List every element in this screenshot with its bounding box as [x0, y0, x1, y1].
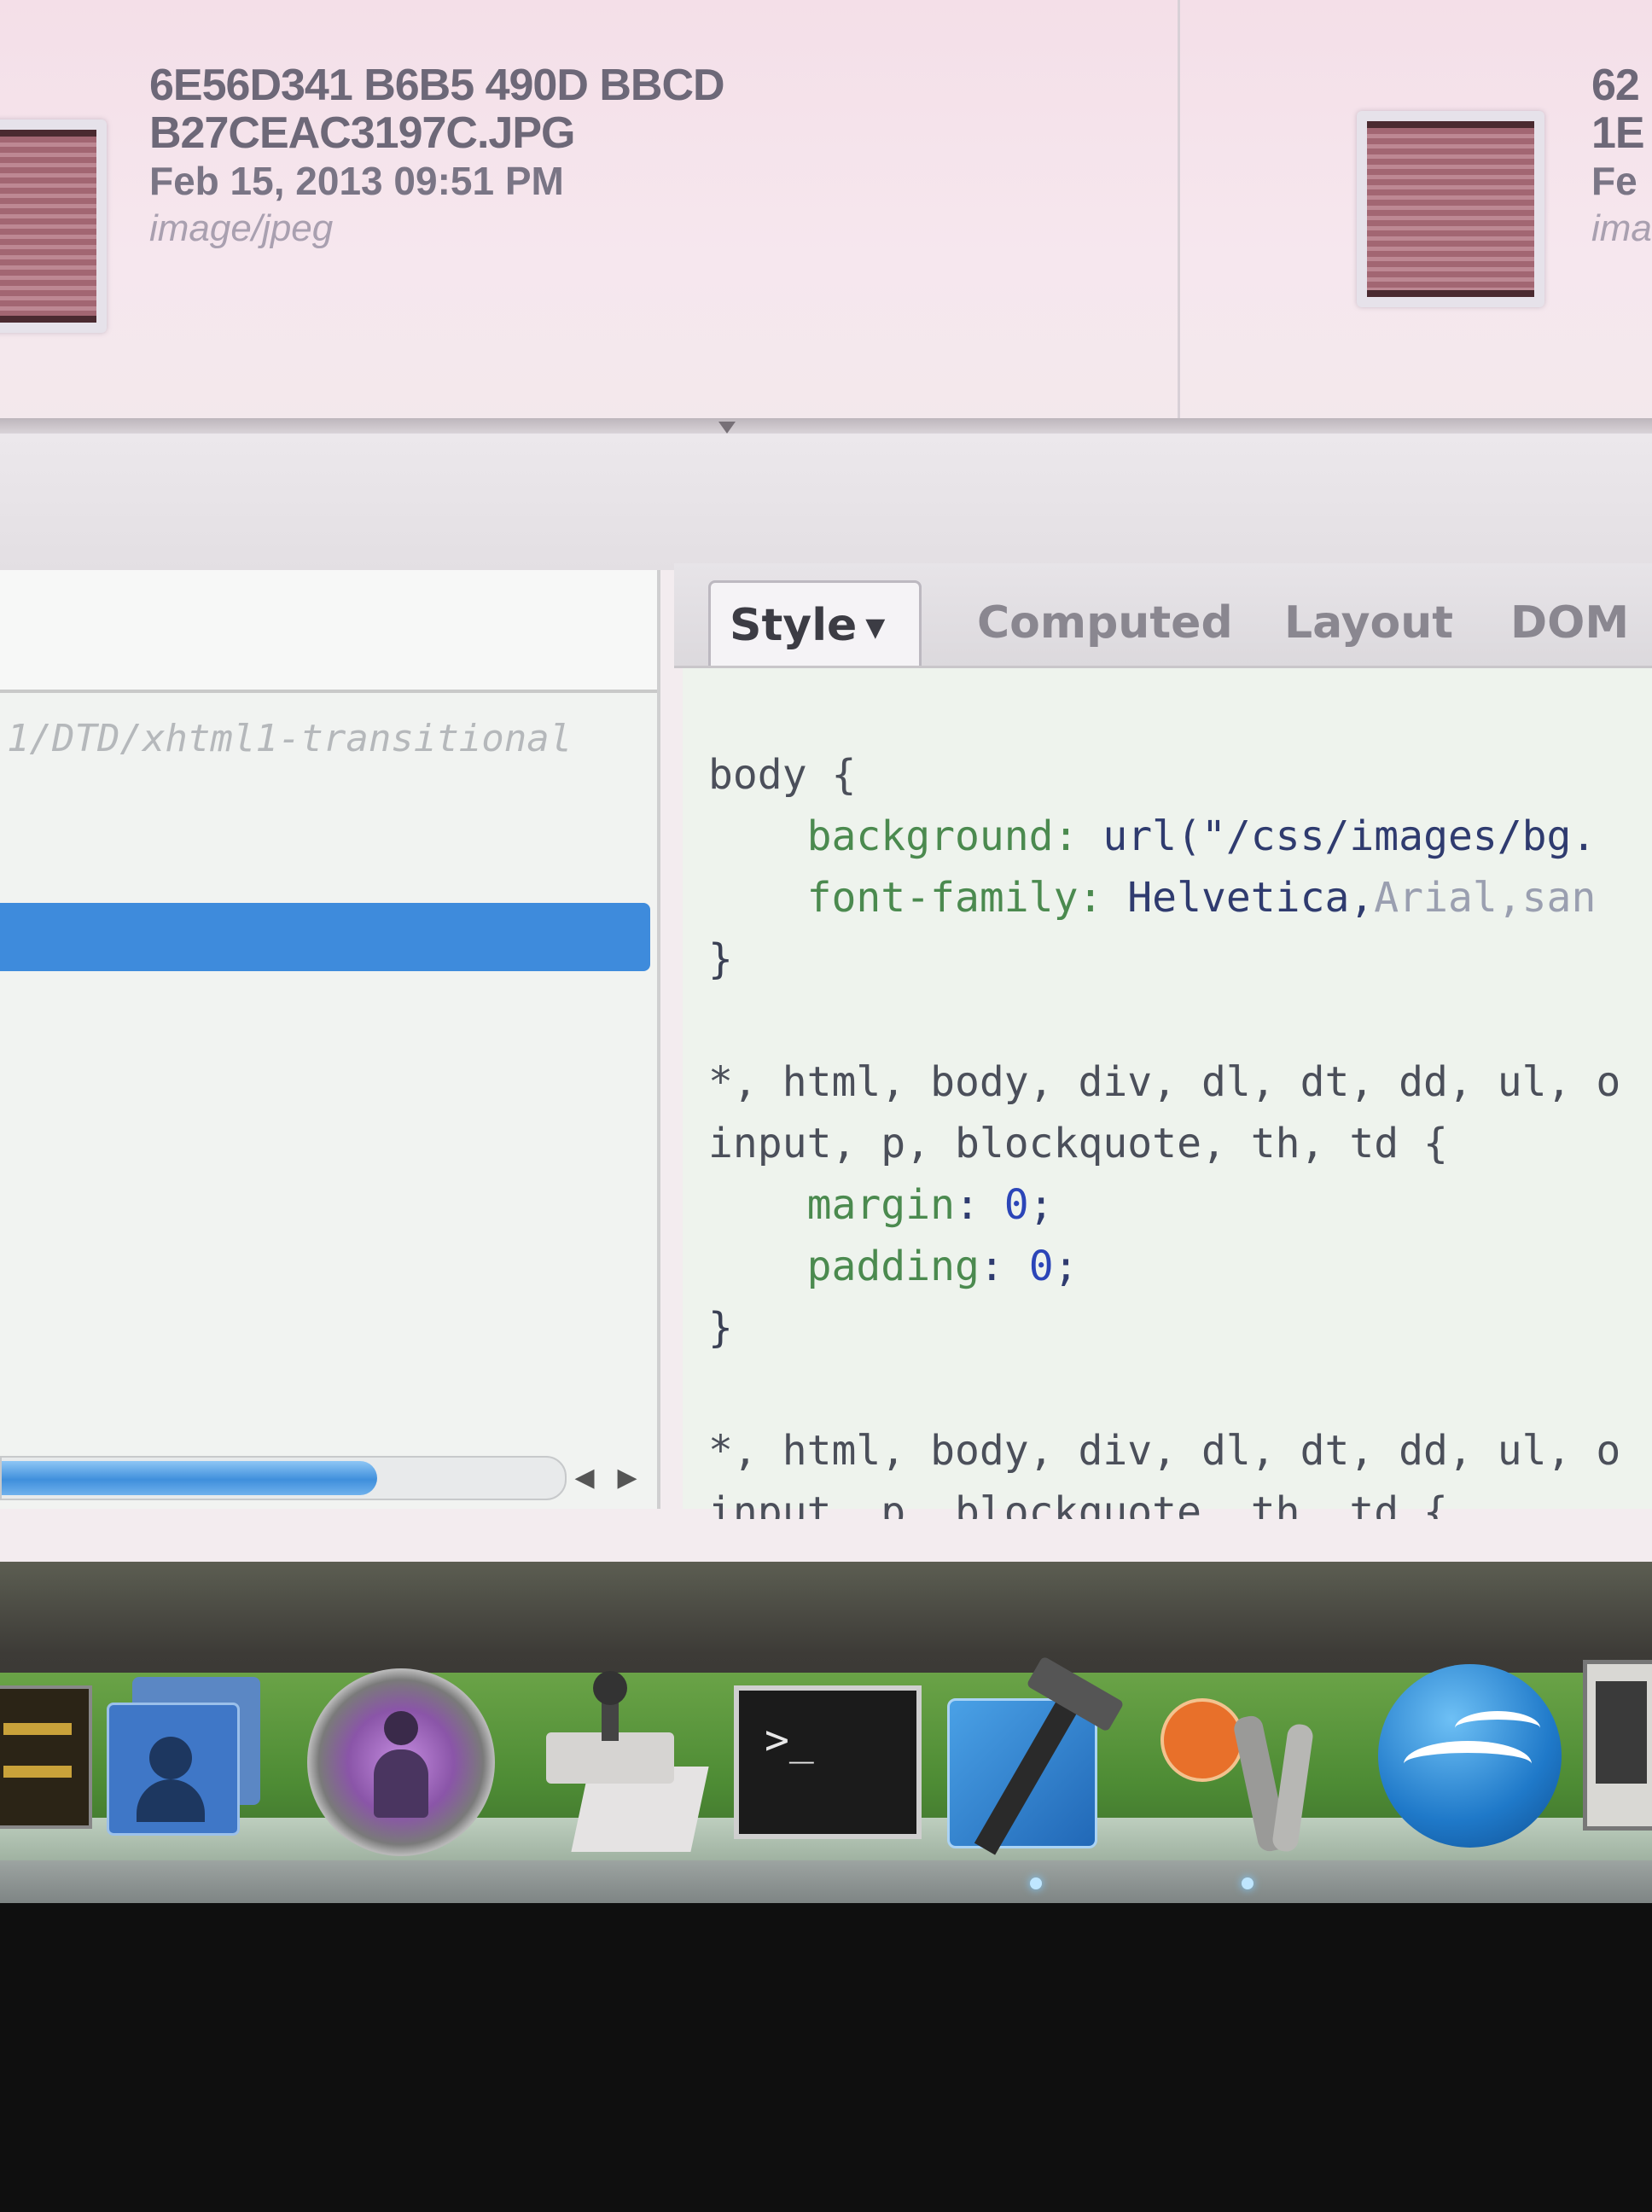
file-item[interactable]: 6E56D341 B6B5 490D BBCD B27CEAC3197C.JPG… [0, 0, 1169, 410]
running-indicator [1030, 1877, 1042, 1889]
horizontal-scrollbar[interactable] [0, 1456, 567, 1500]
column-divider [1178, 0, 1180, 418]
property-value-overflow: Arial,san [1374, 874, 1597, 922]
property-name[interactable]: font-family: [807, 874, 1103, 922]
tab-style[interactable]: Style ▼ [708, 580, 922, 666]
openoffice-icon[interactable] [1378, 1664, 1562, 1848]
rule-selector[interactable]: *, html, body, div, dl, dt, dd, ul, o [708, 1051, 1652, 1113]
css-rule-reset-overridden[interactable]: *, html, body, div, dl, dt, dd, ul, o inp… [708, 1420, 1652, 1519]
scrollbar-thumb[interactable] [2, 1461, 377, 1495]
pane-splitter[interactable] [0, 418, 1652, 434]
file-date: Feb 15, 2013 09:51 PM [149, 159, 564, 203]
rule-selector[interactable]: *, html, body, div, dl, dt, dd, ul, o [708, 1420, 1652, 1481]
css-rule-reset[interactable]: *, html, body, div, dl, dt, dd, ul, o inp… [708, 1051, 1652, 1359]
dom-tree-pane: 1/DTD/xhtml1-transitional ◀ ▶ [0, 570, 660, 1509]
keychain-access-icon[interactable] [1160, 1664, 1331, 1860]
system-preferences-icon[interactable] [307, 1668, 495, 1856]
rule-close-brace: } [708, 935, 733, 983]
css-rule-body[interactable]: body { background: url("/css/images/bg. … [708, 744, 1652, 990]
running-indicator [1242, 1877, 1254, 1889]
file-type: image/jpeg [149, 207, 334, 249]
doctype-line[interactable]: 1/DTD/xhtml1-transitional [7, 717, 572, 760]
file-name-line-2: B27CEAC3197C.JPG [149, 108, 575, 158]
tab-style-label: Style [730, 600, 858, 651]
css-declaration[interactable]: padding: 0; [708, 1236, 1652, 1297]
tab-computed[interactable]: Computed [977, 580, 1233, 666]
file-name-line-2: 1E [1591, 108, 1645, 158]
css-rules-list: body { background: url("/css/images/bg. … [708, 683, 1652, 1519]
dom-pane-header [0, 570, 657, 693]
file-name-line-1: 6E56D341 B6B5 490D BBCD [149, 61, 725, 110]
game-controller-icon[interactable] [529, 1664, 709, 1852]
xcode-icon[interactable] [947, 1656, 1135, 1855]
directory-utility-icon[interactable] [98, 1668, 269, 1839]
css-declaration[interactable]: font-family: Helvetica,Arial,san [708, 867, 1652, 928]
file-thumbnail[interactable] [0, 119, 107, 333]
file-browser: 6E56D341 B6B5 490D BBCD B27CEAC3197C.JPG… [0, 0, 1652, 427]
tab-layout[interactable]: Layout [1284, 580, 1453, 666]
tab-dom[interactable]: DOM [1510, 580, 1629, 666]
file-metadata: 62 1E Fe ima [1591, 61, 1652, 253]
screen-bezel [0, 1903, 1652, 2212]
splitter-handle-icon[interactable] [718, 422, 736, 434]
rule-selector-continued[interactable]: input, p, blockquote, th, td { [708, 1481, 1652, 1519]
css-declaration[interactable]: background: url("/css/images/bg. [708, 806, 1652, 867]
inspector-toolbar [0, 434, 1652, 570]
selected-dom-node[interactable] [0, 903, 650, 971]
file-item[interactable]: 62 1E Fe ima [1186, 0, 1652, 410]
property-value[interactable]: Helvetica, [1102, 874, 1374, 922]
app-icon[interactable] [0, 1685, 92, 1829]
sidebar-tabs: Style ▼ Computed Layout DOM [674, 563, 1652, 668]
file-type: ima [1591, 207, 1652, 249]
scroll-right-icon[interactable]: ▶ [610, 1461, 644, 1495]
rule-selector-continued[interactable]: input, p, blockquote, th, td { [708, 1113, 1652, 1174]
rule-close-brace: } [708, 1304, 733, 1352]
property-value[interactable]: url("/css/images/bg. [1078, 812, 1596, 860]
css-declaration[interactable]: margin: 0; [708, 1174, 1652, 1236]
terminal-prompt: >_ [765, 1716, 814, 1764]
property-value[interactable]: 0 [1004, 1181, 1029, 1229]
file-thumbnail[interactable] [1357, 111, 1544, 307]
window-icon[interactable] [1583, 1660, 1652, 1831]
property-name[interactable]: padding [807, 1243, 980, 1290]
file-metadata: 6E56D341 B6B5 490D BBCD B27CEAC3197C.JPG… [149, 61, 725, 253]
file-name-line-1: 62 [1591, 61, 1640, 110]
file-date: Fe [1591, 159, 1637, 203]
rule-selector[interactable]: body { [708, 744, 1652, 806]
terminal-icon[interactable]: >_ [734, 1685, 922, 1839]
property-name[interactable]: background: [807, 812, 1079, 860]
scroll-left-icon[interactable]: ◀ [567, 1461, 602, 1495]
thumbnail-image [0, 130, 96, 323]
property-name[interactable]: margin [807, 1181, 955, 1229]
thumbnail-image [1367, 121, 1534, 297]
chevron-down-icon[interactable]: ▼ [865, 613, 885, 643]
property-value[interactable]: 0 [1029, 1243, 1054, 1290]
